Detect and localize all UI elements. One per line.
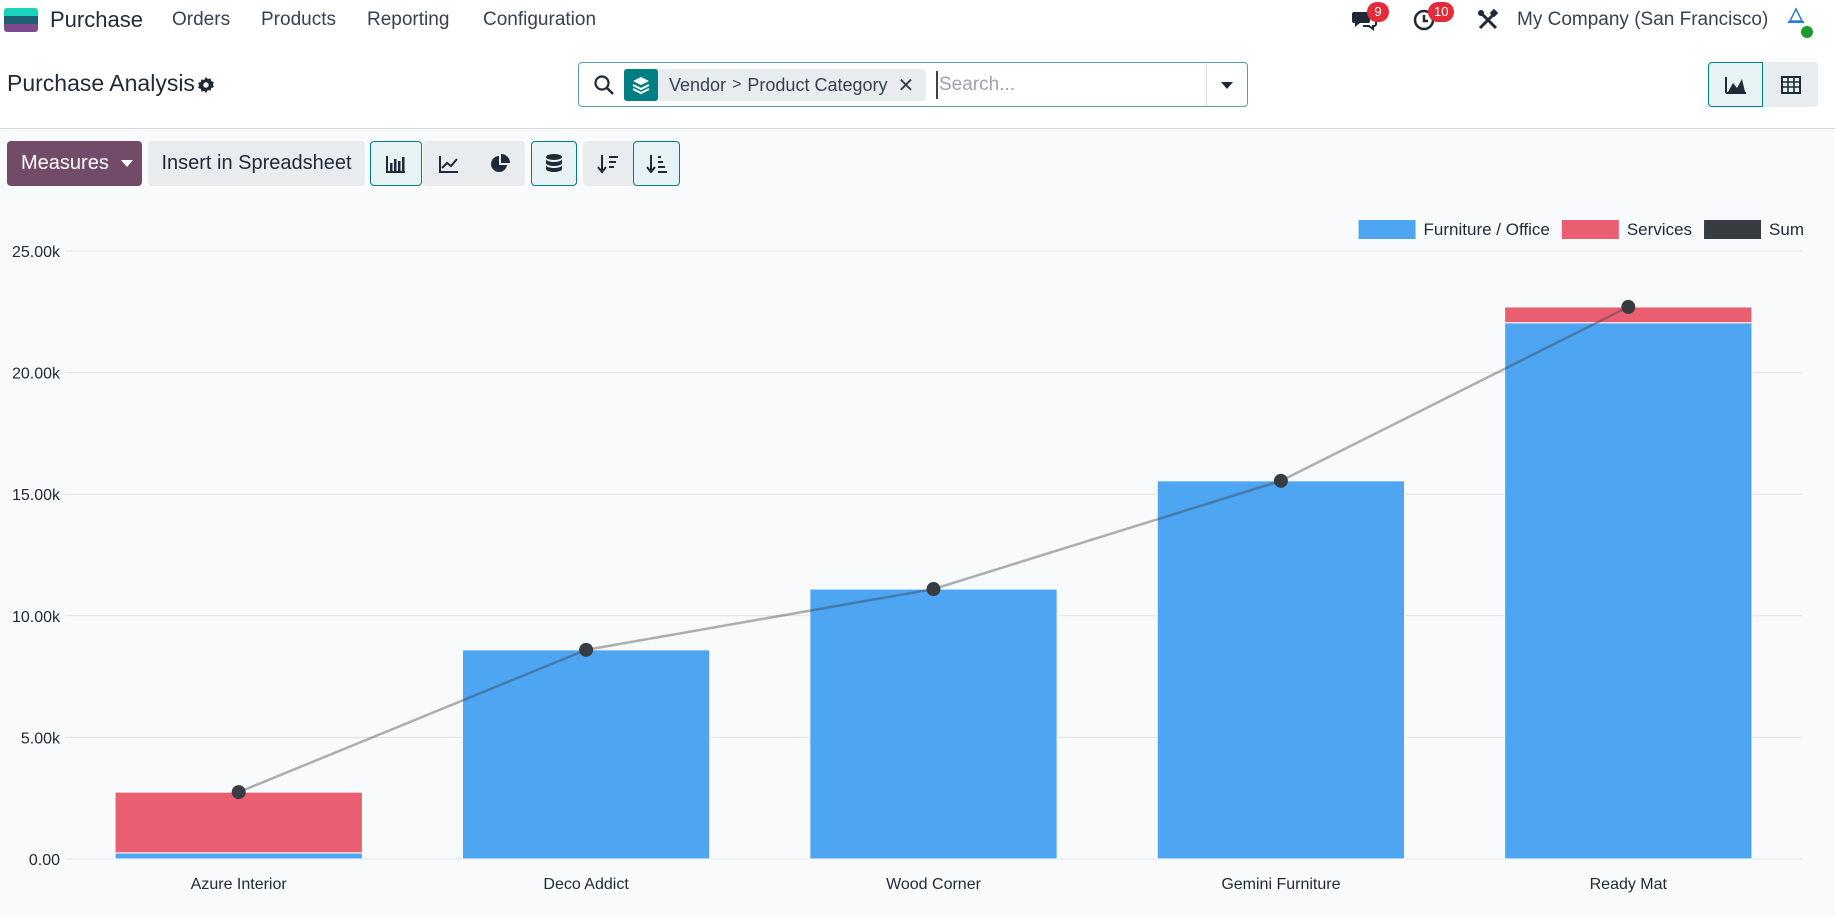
pivot-view-icon bbox=[1780, 75, 1801, 94]
facet-label: Vendor > Product Category bbox=[658, 75, 897, 96]
x-tick-label: Gemini Furniture bbox=[1221, 876, 1340, 893]
gear-icon[interactable] bbox=[197, 76, 215, 94]
legend-swatch[interactable] bbox=[1561, 220, 1619, 239]
caret-down-icon bbox=[1221, 81, 1233, 89]
measures-dropdown-button[interactable]: Measures bbox=[7, 141, 142, 186]
app-name[interactable]: Purchase bbox=[50, 7, 143, 33]
groupby-facet[interactable]: Vendor > Product Category ✕ bbox=[624, 69, 927, 101]
line-chart-button[interactable] bbox=[423, 141, 475, 186]
sort-descending-icon bbox=[597, 154, 618, 174]
chart-legend: Furniture / Office Services Sum bbox=[1358, 220, 1804, 239]
user-avatar[interactable] bbox=[1780, 6, 1813, 38]
menu-orders[interactable]: Orders bbox=[172, 9, 230, 31]
bar-furniture-office[interactable] bbox=[114, 852, 363, 860]
bar-furniture-office[interactable] bbox=[1504, 322, 1753, 860]
stacked-icon bbox=[546, 153, 562, 172]
bar-services[interactable] bbox=[114, 791, 363, 854]
purchase-analysis-chart: 0.00 5.00k 10.00k 15.00k 20.00k 25.00k Azure … bbox=[12, 220, 1804, 893]
sum-point[interactable] bbox=[231, 785, 246, 800]
legend-label[interactable]: Furniture / Office bbox=[1424, 220, 1550, 239]
sum-point[interactable] bbox=[1621, 299, 1636, 314]
company-switcher[interactable]: My Company (San Francisco) bbox=[1517, 9, 1768, 31]
bar-chart-icon bbox=[386, 155, 405, 173]
legend-swatch[interactable] bbox=[1358, 220, 1416, 239]
activity-clock-icon[interactable]: 10 bbox=[1412, 2, 1455, 32]
y-axis: 0.00 5.00k 10.00k 15.00k 20.00k 25.00k bbox=[12, 244, 61, 869]
y-tick-label: 0.00 bbox=[29, 852, 60, 869]
legend-label[interactable]: Services bbox=[1627, 220, 1692, 239]
facet-separator: > bbox=[732, 76, 742, 93]
insert-spreadsheet-button[interactable]: Insert in Spreadsheet bbox=[148, 141, 365, 186]
x-axis: Azure Interior Deco Addict Wood Corner Gemi… bbox=[191, 876, 1668, 893]
sort-descending-button[interactable] bbox=[583, 141, 633, 186]
top-navbar: Purchase Orders Products Reporting Confi… bbox=[0, 0, 1835, 40]
search-icon bbox=[593, 74, 615, 96]
messages-icon[interactable]: 9 bbox=[1351, 2, 1389, 32]
line-chart-icon bbox=[439, 155, 458, 173]
measures-label: Measures bbox=[21, 152, 109, 174]
control-panel: Purchase Analysis Vendor > Product Categ… bbox=[0, 40, 1835, 129]
activities-badge: 10 bbox=[1428, 2, 1455, 22]
layers-icon bbox=[624, 69, 658, 101]
search-bar: Vendor > Product Category ✕ bbox=[578, 62, 1248, 107]
debug-tools-icon[interactable] bbox=[1476, 8, 1504, 32]
pie-chart-button[interactable] bbox=[475, 141, 525, 186]
menu-products[interactable]: Products bbox=[261, 9, 336, 31]
graph-view-icon bbox=[1724, 76, 1746, 94]
bar-furniture-office[interactable] bbox=[1156, 480, 1406, 860]
x-tick-label: Ready Mat bbox=[1590, 876, 1668, 893]
caret-down-icon bbox=[120, 160, 133, 167]
search-options-toggle[interactable] bbox=[1206, 63, 1247, 106]
facet-part-vendor: Vendor bbox=[669, 74, 727, 95]
sort-ascending-icon bbox=[645, 154, 667, 174]
facet-remove-icon[interactable]: ✕ bbox=[897, 73, 926, 98]
facet-part-category: Product Category bbox=[747, 74, 888, 95]
sum-point[interactable] bbox=[926, 582, 941, 597]
pivot-view-button[interactable] bbox=[1763, 62, 1818, 107]
bar-furniture-office[interactable] bbox=[809, 588, 1058, 860]
search-input[interactable] bbox=[936, 71, 1196, 99]
sum-point[interactable] bbox=[1273, 473, 1288, 488]
menu-reporting[interactable]: Reporting bbox=[367, 9, 449, 31]
y-tick-label: 5.00k bbox=[21, 730, 61, 747]
pie-chart-icon bbox=[491, 153, 510, 172]
bar-chart-button[interactable] bbox=[370, 141, 422, 186]
sort-ascending-button[interactable] bbox=[633, 141, 680, 186]
graph-view-button[interactable] bbox=[1708, 62, 1763, 107]
legend-label[interactable]: Sum bbox=[1769, 220, 1804, 239]
y-tick-label: 25.00k bbox=[12, 244, 61, 261]
bar-furniture-office[interactable] bbox=[461, 649, 711, 860]
y-tick-label: 20.00k bbox=[12, 366, 61, 383]
y-tick-label: 15.00k bbox=[12, 487, 61, 504]
page-title[interactable]: Purchase Analysis bbox=[7, 70, 195, 97]
stacked-toggle-button[interactable] bbox=[531, 141, 577, 186]
menu-configuration[interactable]: Configuration bbox=[483, 9, 596, 31]
x-tick-label: Deco Addict bbox=[543, 876, 629, 893]
view-switcher bbox=[1708, 62, 1818, 107]
x-tick-label: Wood Corner bbox=[886, 876, 982, 893]
messages-badge: 9 bbox=[1367, 2, 1389, 22]
y-tick-label: 10.00k bbox=[12, 609, 61, 626]
purchase-app-icon[interactable] bbox=[4, 8, 38, 32]
legend-swatch[interactable] bbox=[1704, 220, 1762, 239]
sum-point[interactable] bbox=[579, 642, 594, 657]
x-tick-label: Azure Interior bbox=[191, 876, 288, 893]
